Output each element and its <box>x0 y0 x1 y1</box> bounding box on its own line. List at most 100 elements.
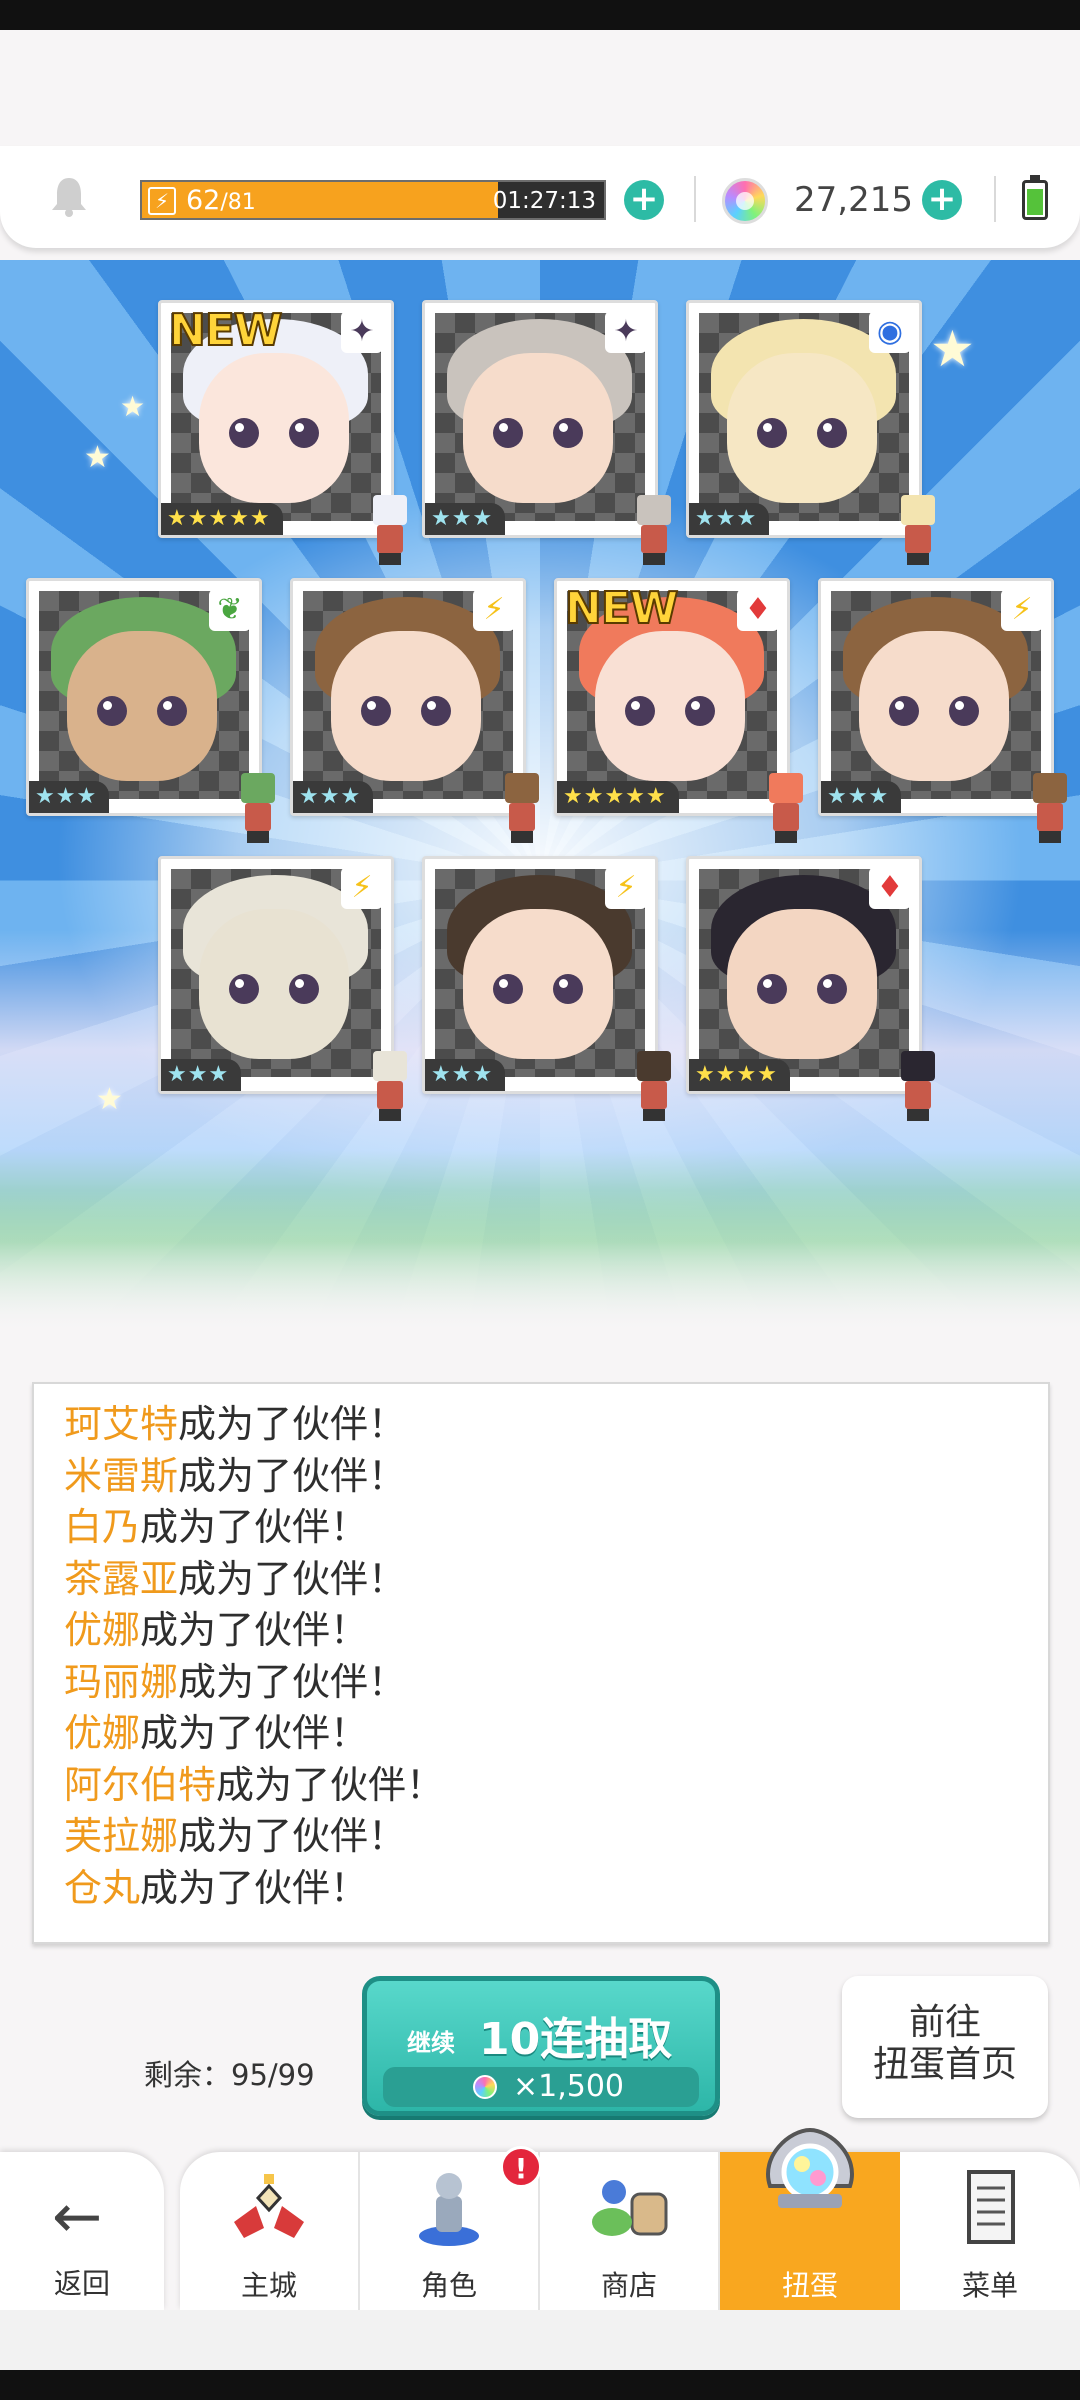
sprite-head <box>505 773 539 803</box>
character-card[interactable]: ⚡ ★★★ <box>818 578 1067 843</box>
message-text: 成为了伙伴！ <box>140 1505 369 1549</box>
sprite-head <box>637 1051 671 1081</box>
goto-gacha-home-button[interactable]: 前往 扭蛋首页 <box>842 1976 1048 2118</box>
stage-fade <box>0 1190 1080 1330</box>
recruit-message: 优娜成为了伙伴！ <box>64 1709 368 1757</box>
rarity-stars: ★★★ <box>425 1059 506 1091</box>
sparkle-icon: ★ <box>930 320 975 378</box>
tab-label: 菜单 <box>961 2269 1018 2302</box>
recruit-log[interactable]: 珂艾特成为了伙伴！ 米雷斯成为了伙伴！ 白乃成为了伙伴！ 茶露亚成为了伙伴！ 优娜成为了… <box>32 1382 1050 1944</box>
message-text: 成为了伙伴！ <box>178 1814 407 1858</box>
character-sprite <box>495 773 549 843</box>
character-card[interactable]: ♦ ★★★★ <box>686 856 935 1121</box>
character-card[interactable]: ✦ ★★★★★ NEW <box>158 300 407 565</box>
tab-menu[interactable]: 菜单 <box>900 2152 1080 2310</box>
character-card[interactable]: ◉ ★★★ <box>686 300 935 565</box>
divider <box>994 176 996 222</box>
tab-castle[interactable]: 主城 <box>180 2152 360 2310</box>
pull-10-button[interactable]: 继续 10连抽取 ×1,500 <box>362 1976 720 2116</box>
rarity-stars: ★★★ <box>821 781 902 813</box>
new-badge: NEW <box>168 304 283 357</box>
character-name: 优娜 <box>64 1711 141 1755</box>
lightning-icon: ⚡ <box>1001 589 1043 631</box>
sprite-legs <box>511 831 533 843</box>
portrait-eye <box>289 974 319 1004</box>
character-sprite <box>627 1051 681 1121</box>
sprite-legs <box>643 553 665 565</box>
sprite-body <box>773 803 799 831</box>
notification-bell-icon[interactable] <box>48 174 90 218</box>
nav-tabs: 主城 角色 商店 扭蛋 菜单 ! <box>180 2127 1080 2310</box>
character-sprite <box>363 495 417 565</box>
back-button[interactable]: ← 返回 <box>0 2152 164 2310</box>
pull-cost: ×1,500 <box>383 2067 699 2107</box>
character-name: 茶露亚 <box>64 1556 179 1601</box>
message-text: 成为了伙伴！ <box>140 1711 369 1755</box>
rarity-stars: ★★★★★ <box>161 503 283 535</box>
character-name: 仓丸 <box>64 1865 141 1910</box>
message-text: 成为了伙伴！ <box>178 1556 407 1601</box>
portrait-face <box>331 631 481 781</box>
character-card[interactable]: ❦ ★★★ <box>26 578 275 843</box>
character-card[interactable]: ✦ ★★★ <box>422 300 671 565</box>
new-badge: NEW <box>564 582 679 635</box>
portrait-eye <box>229 418 259 448</box>
portrait-face <box>199 353 349 503</box>
portrait-eye <box>493 418 523 448</box>
sprite-head <box>901 495 935 525</box>
character-sprite <box>759 773 813 843</box>
message-text: 成为了伙伴！ <box>178 1659 407 1704</box>
portrait-eye <box>625 696 655 726</box>
portrait-eye <box>97 696 127 726</box>
pull-cost-value: ×1,500 <box>513 2069 625 2104</box>
character-card[interactable]: ⚡ ★★★ <box>158 856 407 1121</box>
portrait-eye <box>817 974 847 1004</box>
tab-label: 商店 <box>600 2269 657 2302</box>
bottom-nav: ← 返回 主城 角色 商店 扭蛋 菜单 ! <box>0 2127 1080 2310</box>
portrait-eye <box>757 974 787 1004</box>
sprite-legs <box>907 1109 929 1121</box>
sparkle-icon: ★ <box>96 1082 123 1117</box>
portrait-face <box>859 631 1009 781</box>
light-sparkle-icon: ✦ <box>605 311 647 353</box>
character-sprite <box>363 1051 417 1121</box>
character-name: 珂艾特 <box>64 1402 179 1446</box>
recruit-message: 芙拉娜成为了伙伴！ <box>64 1812 406 1860</box>
sprite-body <box>1037 803 1063 831</box>
sprite-body <box>641 1081 667 1109</box>
pull-10-label: 10连抽取 <box>479 2014 673 2065</box>
portrait-face <box>199 909 349 1059</box>
menu-list-icon <box>967 2170 1015 2244</box>
gem-count: 27,215 <box>794 180 913 220</box>
portrait-face <box>727 353 877 503</box>
tab-shop[interactable]: 商店 <box>540 2152 720 2310</box>
sprite-legs <box>775 831 797 843</box>
blue-circle-icon: ◉ <box>869 311 911 353</box>
character-card[interactable]: ⚡ ★★★ <box>422 856 671 1121</box>
stamina-timer: 01:27:13 <box>492 188 596 214</box>
recruit-message: 白乃成为了伙伴！ <box>64 1503 368 1551</box>
rarity-stars: ★★★ <box>689 503 770 535</box>
fire-diamonds-icon: ♦ <box>737 589 779 631</box>
tab-label: 扭蛋 <box>781 2269 838 2302</box>
sprite-head <box>637 495 671 525</box>
tab-gacha[interactable]: 扭蛋 <box>720 2127 900 2310</box>
message-text: 成为了伙伴！ <box>216 1762 445 1807</box>
character-name: 优娜 <box>64 1608 141 1652</box>
character-name: 米雷斯 <box>64 1453 179 1498</box>
sprite-legs <box>1039 831 1061 843</box>
goto-line-2: 扭蛋首页 <box>872 2044 1017 2085</box>
lightning-icon: ⚡ <box>341 867 383 909</box>
fire-diamonds-icon: ♦ <box>869 867 911 909</box>
sparkle-icon: ★ <box>84 440 111 475</box>
portrait-eye <box>493 974 523 1004</box>
recruit-message: 优娜成为了伙伴！ <box>64 1606 368 1654</box>
character-card[interactable]: ♦ ★★★★★ NEW <box>554 578 803 843</box>
recruit-message: 阿尔伯特成为了伙伴！ <box>64 1761 444 1809</box>
add-stamina-button[interactable]: + <box>624 180 664 220</box>
message-text: 成为了伙伴！ <box>178 1453 407 1498</box>
shop-icon <box>592 2180 668 2236</box>
recruit-message: 仓丸成为了伙伴！ <box>64 1864 368 1912</box>
add-gems-button[interactable]: + <box>922 180 962 220</box>
character-card[interactable]: ⚡ ★★★ <box>290 578 539 843</box>
